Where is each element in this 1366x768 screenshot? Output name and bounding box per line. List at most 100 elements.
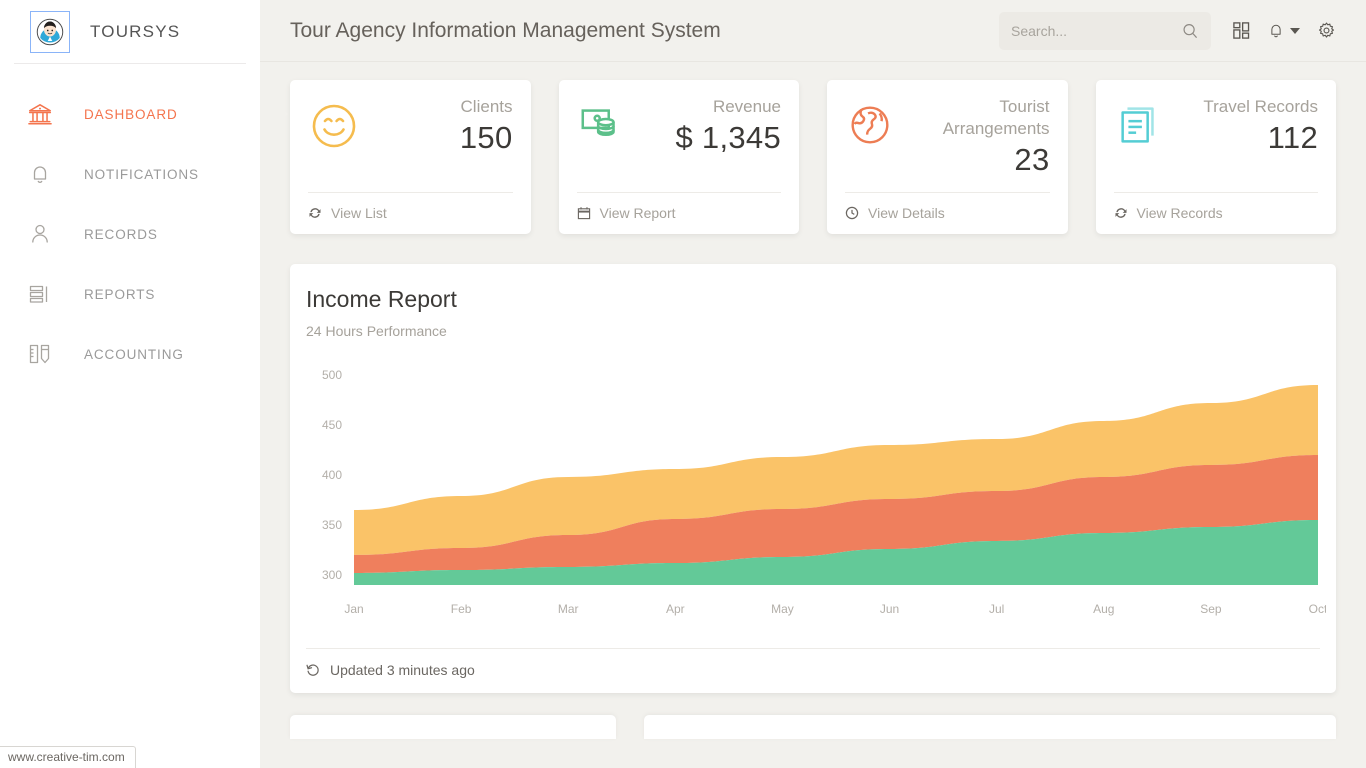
stat-card-action-travel[interactable]: View Records <box>1113 192 1318 234</box>
svg-text:Jul: Jul <box>989 602 1004 616</box>
stat-card-tourist-wrap: Tourist Arrangements 23 View Details <box>813 80 1082 234</box>
stat-card-action-clients[interactable]: View List <box>308 192 513 234</box>
svg-text:350: 350 <box>322 518 342 532</box>
page-title: Tour Agency Information Management Syste… <box>290 18 721 42</box>
calendar-icon <box>577 206 591 220</box>
svg-text:400: 400 <box>322 468 342 482</box>
active-caret-icon <box>271 96 288 132</box>
svg-text:Mar: Mar <box>558 602 579 616</box>
stat-card-action-label: View Details <box>868 205 945 221</box>
sidebar-nav: DASHBOARD NOTIFICATIONS RECORDS REPORTS … <box>0 64 288 384</box>
stat-card-value: $ 1,345 <box>675 119 781 155</box>
sidebar-brand[interactable]: TOURSYS <box>14 0 246 64</box>
stat-card-text: Travel Records 112 <box>1176 96 1318 155</box>
stat-card-travel-records[interactable]: Travel Records 112 View Records <box>1095 80 1336 234</box>
stat-cards-row: Clients 150 View List Revenue $ 1,345 Vi… <box>276 80 1350 234</box>
income-report-title: Income Report <box>306 286 457 312</box>
stat-card-text: Revenue $ 1,345 <box>639 96 781 155</box>
stat-card-travel-wrap: Travel Records 112 View Records <box>1082 80 1351 234</box>
stat-card-action-label: View List <box>331 205 387 221</box>
person-icon <box>24 218 56 250</box>
money-coins-icon <box>577 96 639 155</box>
stat-card-action-revenue[interactable]: View Report <box>576 192 781 234</box>
stat-card-label: Clients <box>460 97 513 116</box>
sidebar-item-label: NOTIFICATIONS <box>84 166 199 182</box>
svg-text:May: May <box>771 602 794 616</box>
sidebar-item-reports[interactable]: REPORTS <box>0 264 260 324</box>
income-area-chart: 300 350 400 450 500 Jan Feb Mar Apr May Jun Jul Aug S… <box>306 357 1328 634</box>
topbar: Tour Agency Information Management Syste… <box>260 0 1366 62</box>
stat-card-action-tourist[interactable]: View Details <box>845 192 1050 234</box>
search-box[interactable] <box>999 11 1211 50</box>
income-report-footer: Updated 3 minutes ago <box>306 648 1320 693</box>
stat-card-top: Clients 150 <box>308 96 513 178</box>
svg-text:450: 450 <box>322 418 342 432</box>
ruler-pen-icon <box>24 338 56 370</box>
documents-icon <box>1114 96 1176 155</box>
sidebar-item-notifications[interactable]: NOTIFICATIONS <box>0 144 260 204</box>
stat-card-text: Tourist Arrangements 23 <box>907 96 1050 177</box>
avatar-logo-icon <box>30 10 70 53</box>
stat-card-top: Travel Records 112 <box>1114 96 1318 178</box>
history-icon <box>306 663 320 677</box>
svg-text:Jun: Jun <box>880 602 899 616</box>
sidebar-item-label: REPORTS <box>84 286 156 302</box>
stat-card-top: Tourist Arrangements 23 <box>845 96 1050 178</box>
svg-text:Jan: Jan <box>344 602 363 616</box>
income-report-footer-text: Updated 3 minutes ago <box>330 662 475 678</box>
stat-card-action-label: View Records <box>1136 205 1223 221</box>
chevron-down-icon[interactable] <box>1290 27 1300 34</box>
notifications-dropdown[interactable] <box>1259 13 1308 49</box>
income-report-card: Income Report 24 Hours Performance 300 35… <box>290 264 1336 693</box>
svg-text:Aug: Aug <box>1093 602 1114 616</box>
search-icon[interactable] <box>1181 22 1199 40</box>
bank-icon <box>24 98 56 130</box>
income-report-subtitle: 24 Hours Performance <box>306 323 447 339</box>
stat-card-value: 23 <box>1014 141 1050 177</box>
gear-icon[interactable] <box>1308 13 1344 49</box>
stat-card-label: Revenue <box>712 97 781 116</box>
stat-card-label: Tourist Arrangements <box>942 97 1050 138</box>
sidebar-brand-title: TOURSYS <box>90 21 181 41</box>
content: Clients 150 View List Revenue $ 1,345 Vi… <box>260 62 1366 739</box>
stat-card-action-label: View Report <box>599 205 676 221</box>
stat-card-top: Revenue $ 1,345 <box>577 96 781 178</box>
sidebar-item-label: RECORDS <box>84 226 158 242</box>
stat-card-revenue[interactable]: Revenue $ 1,345 View Report <box>558 80 799 234</box>
app-root: TOURSYS DASHBOARD NOTIFICATIONS RECORDS … <box>0 0 1366 768</box>
refresh-icon <box>308 206 322 220</box>
stat-card-clients-wrap: Clients 150 View List <box>276 80 545 234</box>
sidebar: TOURSYS DASHBOARD NOTIFICATIONS RECORDS … <box>0 0 288 768</box>
stat-card-value: 150 <box>459 119 513 155</box>
svg-text:500: 500 <box>322 368 342 382</box>
stat-card-tourist-arrangements[interactable]: Tourist Arrangements 23 View Details <box>827 80 1068 234</box>
sidebar-item-records[interactable]: RECORDS <box>0 204 260 264</box>
clock-icon <box>845 206 859 220</box>
sidebar-item-dashboard[interactable]: DASHBOARD <box>0 84 288 144</box>
list-chart-icon <box>24 278 56 310</box>
svg-text:Feb: Feb <box>451 602 472 616</box>
svg-text:300: 300 <box>322 568 342 582</box>
stat-card-revenue-wrap: Revenue $ 1,345 View Report <box>545 80 814 234</box>
bottom-card-left[interactable] <box>290 715 616 739</box>
stat-card-value: 112 <box>1267 119 1318 155</box>
stat-card-label: Travel Records <box>1203 97 1318 116</box>
bell-icon <box>24 158 56 190</box>
status-bar: www.creative-tim.com <box>0 746 136 768</box>
sidebar-item-accounting[interactable]: ACCOUNTING <box>0 324 260 384</box>
svg-text:Oct: Oct <box>1309 602 1326 616</box>
search-input[interactable] <box>1011 22 1181 39</box>
bell-icon[interactable] <box>1267 21 1285 40</box>
dashboard-grid-icon[interactable] <box>1223 13 1259 49</box>
refresh-icon <box>1114 206 1128 220</box>
stat-card-text: Clients 150 <box>370 96 513 155</box>
sidebar-item-label: ACCOUNTING <box>84 346 184 362</box>
chart-svg: 300 350 400 450 500 Jan Feb Mar Apr May Jun Jul Aug S… <box>322 368 1328 616</box>
bottom-card-right[interactable] <box>644 715 1336 739</box>
bottom-cards-row <box>290 715 1336 739</box>
stat-card-clients[interactable]: Clients 150 View List <box>290 80 531 234</box>
svg-text:Sep: Sep <box>1200 602 1222 616</box>
sidebar-item-label: DASHBOARD <box>84 106 178 122</box>
main-area: Tour Agency Information Management Syste… <box>260 0 1366 768</box>
smiley-face-icon <box>308 96 370 157</box>
